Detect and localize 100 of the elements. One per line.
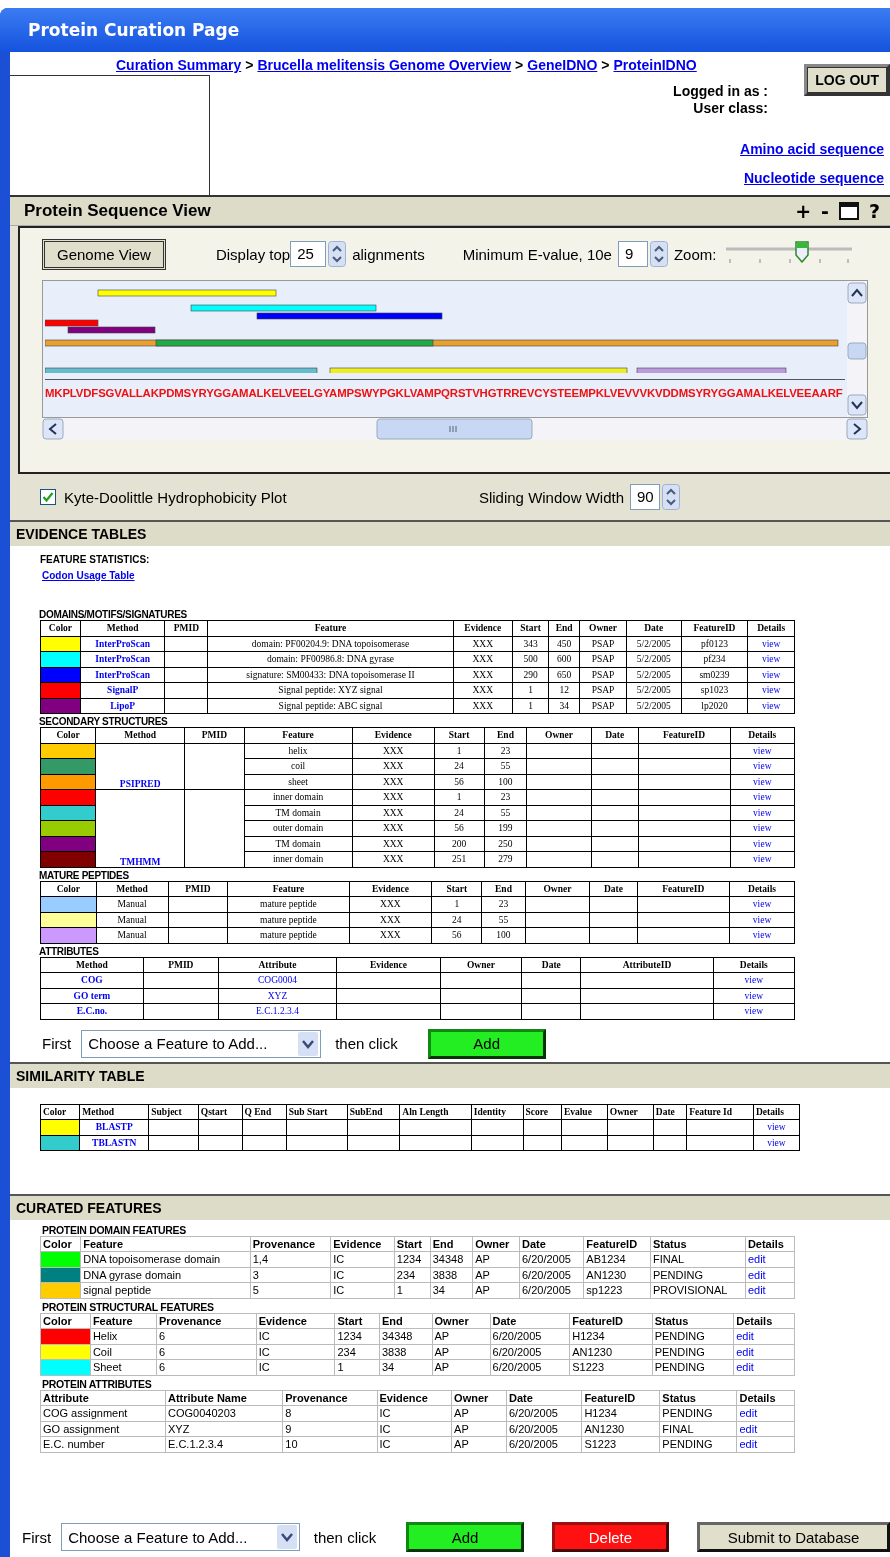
tool-button[interactable]: - — [821, 200, 829, 222]
breadcrumb-link[interactable]: Brucella melitensis Genome Overview — [257, 57, 512, 73]
breadcrumb-link[interactable]: GeneIDNO — [527, 57, 598, 73]
column-header: PMID — [143, 957, 219, 973]
table-cell: AN1230 — [583, 1267, 651, 1283]
table-cell: 34348 — [430, 1251, 473, 1267]
table-cell: AP — [432, 1359, 490, 1375]
column-header: Date — [519, 1236, 584, 1252]
column-header: End — [481, 881, 525, 897]
spinner-icon[interactable] — [662, 484, 680, 510]
table-cell: 24 — [431, 912, 482, 928]
column-header: Feature — [227, 881, 350, 897]
caret-icon — [276, 1525, 297, 1549]
slider-thumb[interactable] — [795, 241, 810, 263]
number-field[interactable]: 25 — [290, 241, 327, 267]
feature-dropdown[interactable]: Choose a Feature to Add... — [61, 1523, 300, 1551]
column-header: Feature — [207, 620, 454, 636]
method-link[interactable]: COG — [81, 975, 103, 986]
sequence-link[interactable]: Nucleotide sequence — [743, 170, 884, 186]
breadcrumb-link[interactable]: Curation Summary — [116, 57, 242, 73]
table-title: PROTEIN ATTRIBUTES — [42, 1377, 153, 1390]
table-cell: 1 — [434, 743, 485, 759]
section-header: EVIDENCE TABLES — [10, 520, 890, 546]
table-link[interactable]: view — [744, 975, 764, 986]
column-header: Evidence — [256, 1313, 335, 1329]
codon-usage-link[interactable]: Codon Usage Table — [42, 570, 135, 581]
column-header: Feature — [90, 1313, 157, 1329]
table-cell: XXX — [453, 698, 513, 714]
table-cell: mature peptide — [227, 912, 350, 928]
column-header: Method — [80, 620, 165, 636]
table-cell: 600 — [548, 651, 580, 667]
table-link[interactable]: view — [744, 1006, 764, 1017]
column-header: Evidence — [453, 620, 513, 636]
hydrophobicity-checkbox[interactable] — [40, 489, 56, 505]
table-cell: 34348 — [379, 1328, 432, 1344]
column-header: Sub Start — [286, 1104, 348, 1120]
column-header: Owner — [579, 620, 627, 636]
table-cell: PENDING — [652, 1359, 734, 1375]
table-cell: COG0040203 — [165, 1405, 283, 1421]
table-cell: 343 — [512, 636, 549, 652]
column-header: Provenance — [250, 1236, 331, 1252]
window-icon[interactable] — [838, 202, 859, 220]
number-field[interactable]: 90 — [630, 484, 660, 510]
column-header: Evalue — [561, 1104, 608, 1120]
column-header: End — [430, 1236, 473, 1252]
instruction-text: then click — [335, 1035, 398, 1052]
table-cell: Sheet — [90, 1359, 157, 1375]
add-button[interactable]: Add — [427, 1028, 546, 1059]
column-header: Qstart — [198, 1104, 242, 1120]
submit-button[interactable]: Submit to Database — [697, 1522, 890, 1552]
feature-dropdown[interactable]: Choose a Feature to Add... — [81, 1029, 322, 1058]
table-cell: 251 — [434, 851, 485, 867]
delete-button[interactable]: Delete — [551, 1522, 670, 1552]
tool-button[interactable]: + — [795, 200, 812, 222]
method-link[interactable]: TMHMM — [119, 856, 161, 867]
column-header: Color — [40, 620, 81, 636]
table-cell: IC — [377, 1421, 452, 1437]
column-header: Date — [589, 881, 638, 897]
breadcrumb-separator: > — [601, 57, 610, 73]
spinner-icon[interactable] — [328, 241, 347, 267]
table-cell: 5/2/2005 — [626, 636, 682, 652]
column-header: Subject — [148, 1104, 199, 1120]
table-cell: 9 — [282, 1421, 377, 1437]
genome-view-button[interactable]: Genome View — [42, 238, 166, 270]
table-cell: XXX — [453, 651, 513, 667]
checkbox-label: Kyte-Doolittle Hydrophobicity Plot — [64, 488, 287, 506]
table-cell: XXX — [352, 805, 435, 821]
table-cell: 6 — [156, 1359, 257, 1375]
table-cell: 6/20/2005 — [490, 1344, 570, 1360]
table-cell: AP — [472, 1267, 520, 1283]
column-header: Status — [650, 1236, 746, 1252]
logout-button[interactable]: LOG OUT — [804, 64, 890, 96]
table-cell: 1 — [431, 896, 482, 912]
table-cell: outer domain — [244, 820, 353, 836]
tool-button[interactable]: ? — [868, 200, 880, 222]
table-cell: 199 — [484, 820, 527, 836]
table-cell: 55 — [484, 758, 527, 774]
vertical-scrollbar[interactable] — [847, 281, 867, 417]
sequence-link[interactable]: Amino acid sequence — [740, 141, 884, 157]
breadcrumb-link[interactable]: ProteinIDNO — [613, 57, 697, 73]
table-link[interactable]: view — [744, 990, 764, 1001]
table-cell: TM domain — [244, 836, 353, 852]
horizontal-scrollbar[interactable] — [42, 418, 868, 440]
table-cell: XXX — [349, 927, 432, 943]
add-button[interactable]: Add — [406, 1522, 524, 1552]
table-cell: mature peptide — [227, 896, 350, 912]
table-cell: DNA gyrase domain — [80, 1267, 251, 1283]
table-link[interactable]: XYZ — [267, 990, 288, 1001]
spinner-icon[interactable] — [649, 241, 668, 267]
column-header: Date — [490, 1313, 570, 1329]
table-cell: 6/20/2005 — [519, 1251, 584, 1267]
method-link[interactable]: PSIPRED — [119, 779, 161, 789]
table-cell: E.C.1.2.3.4 — [165, 1436, 283, 1452]
column-header: Owner — [472, 1236, 520, 1252]
field-label: Sliding Window Width — [478, 488, 624, 506]
table-cell: 5 — [250, 1282, 331, 1298]
field-label: Display top — [215, 245, 291, 263]
number-field[interactable]: 9 — [617, 241, 648, 267]
column-header: Start — [434, 727, 485, 743]
column-header: Evidence — [349, 881, 432, 897]
